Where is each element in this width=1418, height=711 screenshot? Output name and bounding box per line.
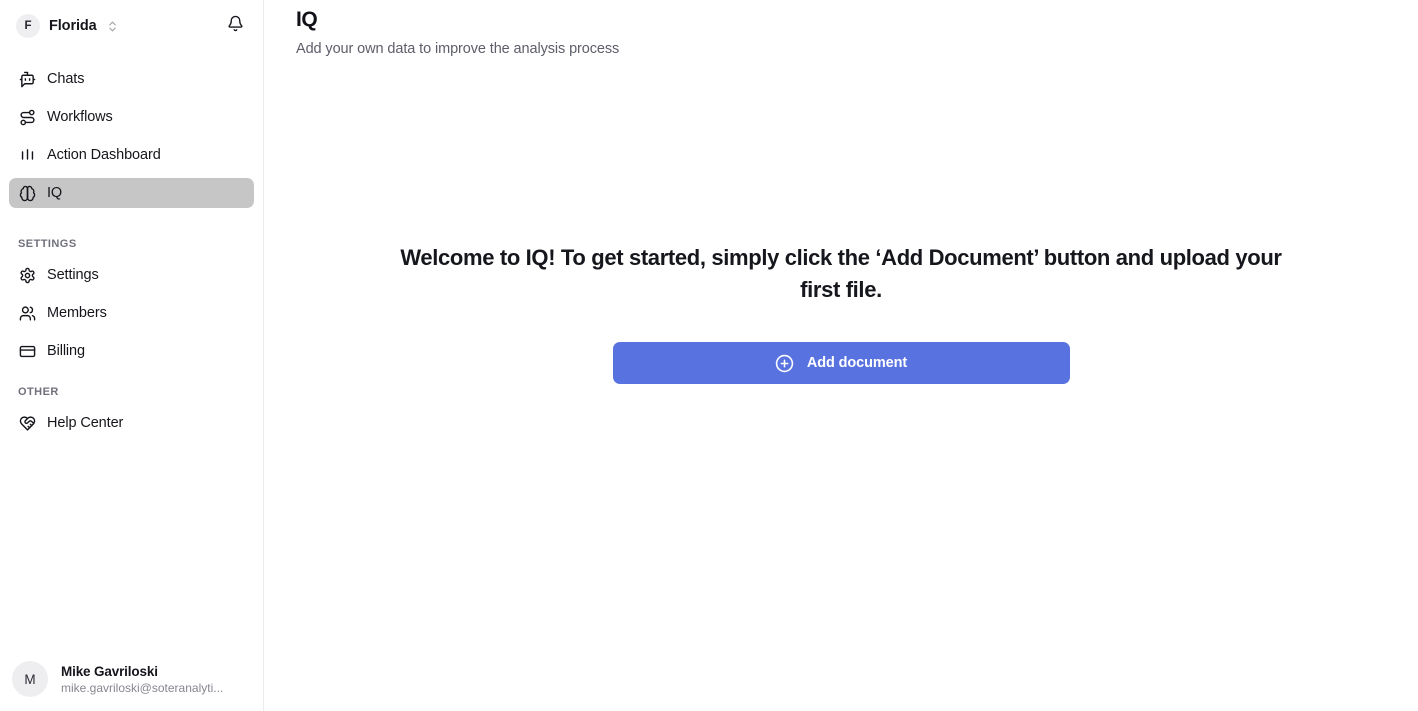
chevrons-up-down-icon [106, 20, 119, 33]
sidebar-item-help-center[interactable]: Help Center [9, 408, 254, 438]
bot-message-square-icon [18, 70, 36, 88]
sidebar-header: F Florida [0, 0, 263, 52]
sidebar-item-label: Chats [47, 70, 85, 87]
sidebar-item-billing[interactable]: Billing [9, 336, 254, 366]
user-text: Mike Gavriloski mike.gavriloski@soterana… [61, 664, 223, 695]
users-icon [18, 304, 36, 322]
other-nav-group: Help Center [9, 408, 254, 446]
section-title-settings: SETTINGS [18, 238, 77, 250]
org-switcher[interactable]: F Florida [12, 11, 213, 41]
add-document-button[interactable]: Add document [612, 342, 1070, 384]
page-subtitle: Add your own data to improve the analysi… [296, 41, 620, 57]
heart-handshake-icon [18, 414, 36, 432]
page-title: IQ [296, 8, 318, 31]
sidebar-item-label: Members [47, 304, 107, 321]
sidebar-item-label: Workflows [47, 108, 113, 125]
add-document-label: Add document [806, 355, 908, 371]
settings-nav-group: Settings Members Billing [9, 260, 254, 374]
credit-card-icon [18, 342, 36, 360]
bar-chart-icon [18, 146, 36, 164]
section-title-other: OTHER [18, 386, 59, 398]
page-header: IQ Add your own data to improve the anal… [296, 0, 1386, 57]
notifications-button[interactable] [221, 12, 249, 40]
sidebar-item-action-dashboard[interactable]: Action Dashboard [9, 140, 254, 170]
app-root: F Florida Chats Workflows Action Dashboa… [0, 0, 1418, 711]
user-name: Mike Gavriloski [61, 663, 158, 679]
org-name: Florida [49, 18, 97, 34]
primary-nav-group: Chats Workflows Action Dashboard IQ [9, 64, 254, 216]
sidebar-item-label: IQ [47, 184, 63, 201]
sidebar-item-workflows[interactable]: Workflows [9, 102, 254, 132]
brain-icon [18, 184, 36, 202]
sidebar-item-members[interactable]: Members [9, 298, 254, 328]
sidebar-item-chats[interactable]: Chats [9, 64, 254, 94]
sidebar-item-label: Billing [47, 342, 85, 359]
user-profile[interactable]: M Mike Gavriloski mike.gavriloski@sotera… [0, 651, 263, 711]
org-avatar: F [16, 14, 40, 38]
bell-icon [227, 15, 244, 37]
avatar: M [12, 661, 48, 697]
sidebar-item-label: Settings [47, 266, 99, 283]
gear-icon [18, 266, 36, 284]
sidebar-item-label: Action Dashboard [47, 146, 161, 163]
empty-state: Welcome to IQ! To get started, simply cl… [296, 57, 1386, 711]
sidebar-item-label: Help Center [47, 414, 124, 431]
main-content: IQ Add your own data to improve the anal… [264, 0, 1418, 711]
workflow-route-icon [18, 108, 36, 126]
empty-state-message: Welcome to IQ! To get started, simply cl… [400, 245, 1282, 302]
circle-plus-icon [775, 354, 794, 373]
sidebar-item-iq[interactable]: IQ [9, 178, 254, 208]
sidebar-item-settings[interactable]: Settings [9, 260, 254, 290]
sidebar: F Florida Chats Workflows Action Dashboa… [0, 0, 264, 711]
user-email: mike.gavriloski@soteranalyti... [61, 680, 224, 695]
sidebar-nav: Chats Workflows Action Dashboard IQ SETT… [0, 52, 263, 446]
